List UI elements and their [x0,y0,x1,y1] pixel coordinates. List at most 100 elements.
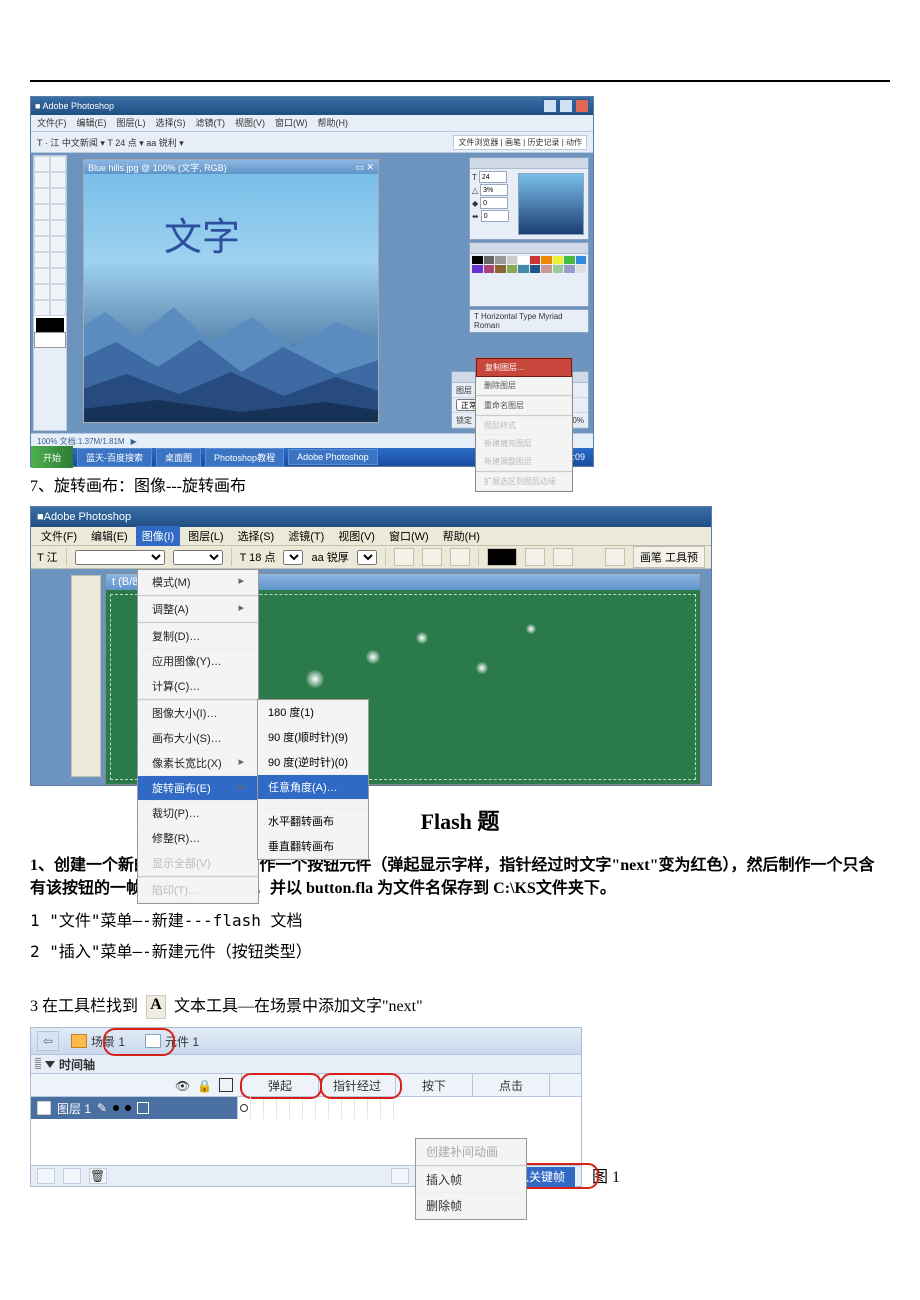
menu-filter[interactable]: 滤镜(T) [196,116,226,130]
taskbar-item[interactable]: Photoshop教程 [205,448,284,467]
menu-pixel-aspect[interactable]: 像素长宽比(X) [138,751,258,776]
menu-mode[interactable]: 模式(M) [138,570,258,595]
ctx-item[interactable]: 删除图层 [476,377,572,395]
warp-icon[interactable] [525,548,545,566]
menu-edit[interactable]: 编辑(E) [85,526,134,546]
ps2-menubar[interactable]: 文件(F) 编辑(E) 图像(I) 图层(L) 选择(S) 滤镜(T) 视图(V… [31,527,711,546]
swatches-panel[interactable] [469,242,589,307]
text-color[interactable] [487,548,517,566]
right-box[interactable]: 画笔 工具预 [633,546,705,568]
menu-apply[interactable]: 应用图像(Y)… [138,649,258,674]
timeline-header[interactable]: 时间轴 [31,1055,581,1074]
eye-icon[interactable]: 👁 [175,1079,187,1091]
menu-duplicate[interactable]: 复制(D)… [138,624,258,649]
navigator-panel[interactable]: T △ ◆ ⬌ [469,157,589,240]
layer-row[interactable]: 图层 1 ✎ [31,1097,581,1119]
outline-icon[interactable] [219,1078,233,1092]
navigator-thumb[interactable] [518,173,584,235]
menu-image-selected[interactable]: 图像(I) [136,526,180,546]
menu-help[interactable]: 帮助(H) [318,116,349,130]
rotate-90ccw[interactable]: 90 度(逆时针)(0) [258,750,368,775]
opt-text: T 江 [37,549,58,565]
layer-context-menu[interactable]: 复制图层… 删除图层 重命名图层 图层样式 新建填充图层 新建调整图层 扩展选区… [475,357,573,492]
align-right-icon[interactable] [450,548,470,566]
flip-v[interactable]: 垂直翻转画布 [258,834,368,859]
ps1-menubar[interactable]: 文件(F) 编辑(E) 图层(L) 选择(S) 滤镜(T) 视图(V) 窗口(W… [31,115,593,132]
ctx-delete-frame[interactable]: 删除帧 [416,1193,526,1219]
menu-image-size[interactable]: 图像大小(I)… [138,701,258,726]
dot-icon[interactable] [113,1105,119,1111]
rotate-arbitrary[interactable]: 任意角度(A)… [258,775,368,800]
menu-adjust[interactable]: 调整(A) [138,597,258,622]
menu-calc[interactable]: 计算(C)… [138,674,258,699]
taskbar-item[interactable]: Adobe Photoshop [288,449,378,465]
menu-crop[interactable]: 裁切(P)… [138,801,258,826]
menu-edit[interactable]: 编辑(E) [77,116,107,130]
ctx-highlight[interactable]: 复制图层… [476,358,572,377]
menu-canvas-size[interactable]: 画布大小(S)… [138,726,258,751]
canvas-text: 文字 [164,206,240,261]
new-folder-icon[interactable] [63,1168,81,1184]
ps2-workspace: t (B/8#) 模式(M) 调整(A) 复制(D)… [31,569,711,785]
font-size[interactable]: T 18 点 [240,549,276,565]
align-center-icon[interactable] [422,548,442,566]
outline-box-icon[interactable] [137,1102,149,1114]
anti-alias[interactable]: aa 锐厚 [311,549,348,565]
menu-window[interactable]: 窗口(W) [383,526,435,546]
taskbar-item[interactable]: 桌面图 [156,448,201,467]
start-button[interactable]: 开始 [31,446,73,468]
menu-trim[interactable]: 修整(R)… [138,826,258,851]
menu-rotate-canvas[interactable]: 旋转画布(E) [138,776,258,801]
state-hit[interactable]: 点击 [473,1074,550,1096]
menu-view[interactable]: 视图(V) [332,526,381,546]
new-layer-icon[interactable] [37,1168,55,1184]
rotate-submenu[interactable]: 180 度(1) 90 度(顺时针)(9) 90 度(逆时针)(0) 任意角度(… [257,699,369,860]
toolbox[interactable] [33,155,67,431]
layer-name[interactable]: 图层 1 [57,1100,91,1117]
ctx-item[interactable]: 重命名图层 [476,397,572,415]
menu-help[interactable]: 帮助(H) [437,526,486,546]
edit-bar[interactable]: ⇦ 场景 1 元件 1 [31,1028,581,1055]
menu-file[interactable]: 文件(F) [37,116,67,130]
flash-step-1: 1 "文件"菜单—-新建---flash 文档 [30,909,890,932]
delete-icon[interactable]: 🗑 [89,1168,107,1184]
menu-layer[interactable]: 图层(L) [182,526,229,546]
palette-icon[interactable] [553,548,573,566]
ctx-tween: 创建补间动画 [416,1139,526,1165]
rotate-180[interactable]: 180 度(1) [258,700,368,725]
canvas[interactable]: 文字 [84,174,378,422]
taskbar-item[interactable]: 蓝天-百度搜索 [77,448,152,467]
align-left-icon[interactable] [394,548,414,566]
menu-trap: 陷印(T)… [138,878,258,903]
back-icon[interactable]: ⇦ [37,1031,59,1051]
keyframe[interactable] [238,1097,251,1119]
dot-icon[interactable] [125,1105,131,1111]
gripper-icon[interactable] [35,1058,41,1070]
ps1-options-bar[interactable]: T · 江 中文新闻 ▾ T 24 点 ▾ aa 锐利 ▾ 文件浏览器 | 画笔… [31,132,593,153]
menu-filter[interactable]: 滤镜(T) [282,526,330,546]
font-style[interactable] [173,550,223,565]
font-family[interactable] [75,550,165,565]
ps2-options-bar[interactable]: T 江 T 18 点 aa 锐厚 画笔 工具预 [31,546,711,569]
menu-select[interactable]: 选择(S) [232,526,281,546]
flash-step-2: 2 "插入"菜单—-新建元件（按钮类型） [30,940,890,963]
state-down[interactable]: 按下 [396,1074,473,1096]
menu-select[interactable]: 选择(S) [156,116,186,130]
brush-icon[interactable] [605,548,625,566]
frame-context-menu[interactable]: 创建补间动画 插入帧 删除帧 [415,1138,527,1220]
frames[interactable] [238,1097,581,1119]
toolbox[interactable] [71,575,101,777]
font-preview-panel: T Horizontal Type Myriad Roman [469,309,589,333]
ctx-insert-frame[interactable]: 插入帧 [416,1167,526,1193]
window-buttons[interactable] [543,99,589,113]
lock-icon[interactable]: 🔒 [197,1079,209,1091]
document-window[interactable]: Blue hills.jpg @ 100% (文字, RGB) ▭ ✕ 文字 [83,159,379,423]
menu-layer[interactable]: 图层(L) [117,116,146,130]
rotate-90cw[interactable]: 90 度(顺时针)(9) [258,725,368,750]
collapse-icon[interactable] [45,1061,55,1068]
image-menu-dropdown[interactable]: 模式(M) 调整(A) 复制(D)… 应用图像(Y)… 计算(C)… 图像大小(… [137,569,259,904]
menu-window[interactable]: 窗口(W) [275,116,308,130]
flip-h[interactable]: 水平翻转画布 [258,809,368,834]
menu-view[interactable]: 视图(V) [235,116,265,130]
menu-file[interactable]: 文件(F) [35,526,83,546]
